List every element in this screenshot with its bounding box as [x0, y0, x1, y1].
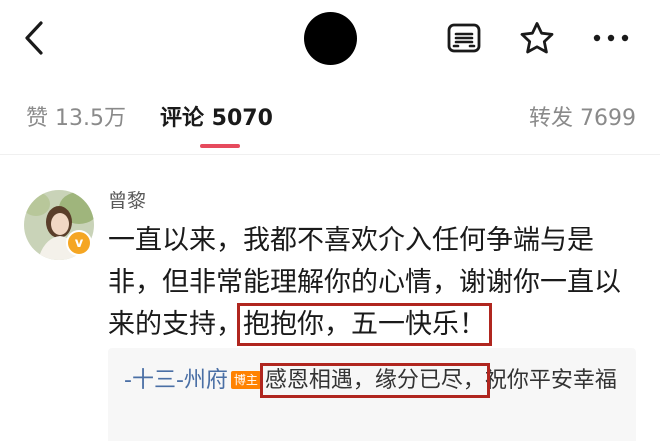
tab-likes[interactable]: 赞 13.5万: [26, 100, 126, 132]
tab-comments[interactable]: 评论 5070: [160, 100, 273, 132]
document-button[interactable]: [444, 20, 484, 56]
comment-detail-page: 赞 13.5万 评论 5070 转发 7699 v 曾黎 一直以来，我都不喜欢介…: [0, 0, 660, 441]
back-button[interactable]: [14, 17, 54, 59]
comment-highlighted-text: 抱抱你，五一快乐！: [237, 303, 492, 346]
reply-text-rest: 祝你平安幸福: [484, 368, 617, 393]
more-horizontal-icon: [593, 34, 629, 42]
reply-body: -十三-州府 博主 感恩相遇，缘分已尽，祝你平安幸福: [124, 363, 624, 398]
blogger-badge: 博主: [230, 371, 261, 389]
top-navigation-bar: [0, 0, 660, 78]
reply-author-name[interactable]: -十三-州府: [124, 368, 228, 393]
post-author-avatar[interactable]: [304, 12, 357, 65]
reply-box[interactable]: -十三-州府 博主 感恩相遇，缘分已尽，祝你平安幸福: [108, 348, 636, 441]
document-list-icon: [447, 23, 481, 53]
comment-body: 一直以来，我都不喜欢介入任何争端与是非，但非常能理解你的心情，谢谢你一直以来的支…: [108, 220, 628, 346]
favorite-button[interactable]: [517, 18, 557, 58]
verified-v-icon: v: [66, 230, 92, 256]
more-options-button[interactable]: [589, 25, 633, 51]
comment-author-name[interactable]: 曾黎: [108, 186, 146, 213]
star-icon: [520, 22, 554, 54]
interaction-tabs: 赞 13.5万 评论 5070 转发 7699: [0, 78, 660, 155]
active-tab-indicator: [200, 144, 240, 148]
chevron-left-icon: [25, 21, 43, 55]
reply-highlighted-text: 感恩相遇，缘分已尽，: [259, 363, 490, 398]
tab-reposts[interactable]: 转发 7699: [529, 100, 636, 132]
